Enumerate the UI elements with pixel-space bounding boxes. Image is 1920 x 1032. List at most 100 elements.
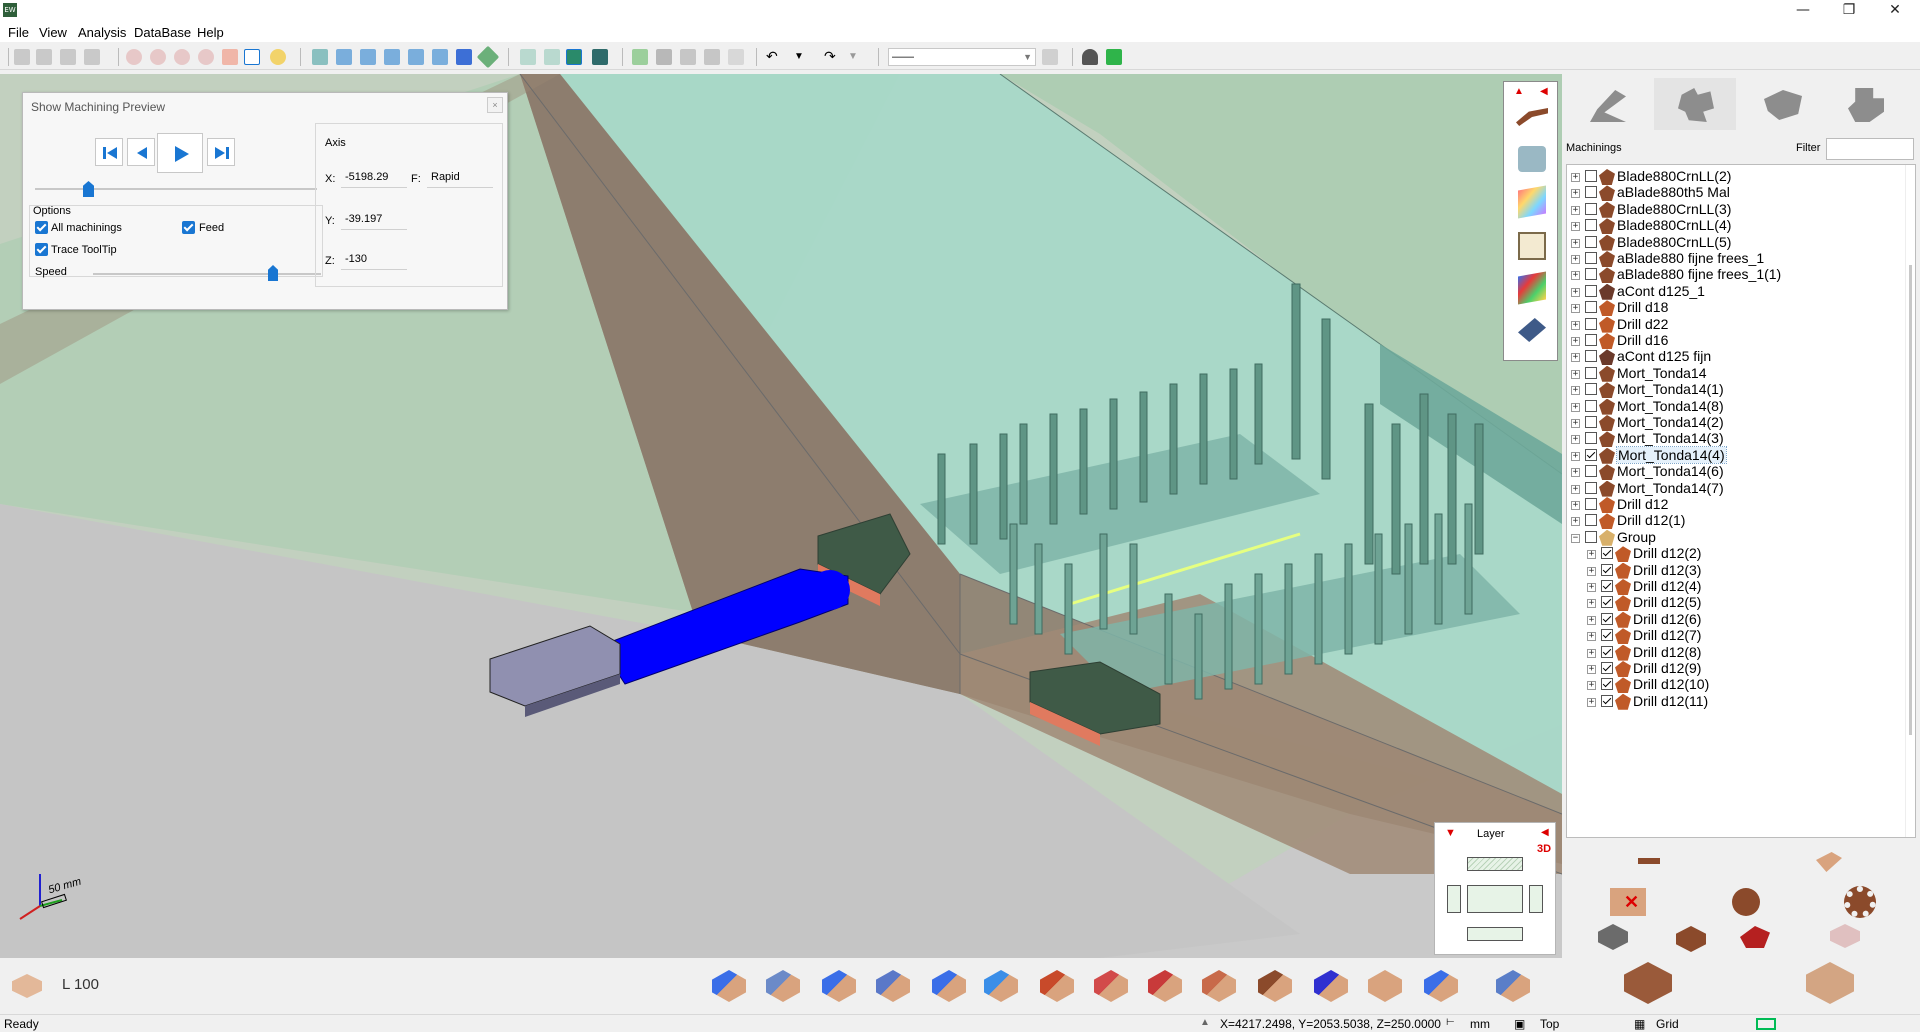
tree-item-checkbox[interactable] (1601, 645, 1613, 658)
report-icon[interactable] (728, 49, 744, 65)
zoom-all-icon[interactable] (198, 49, 214, 65)
tree-item-checkbox[interactable] (1585, 530, 1597, 543)
expand-icon[interactable]: + (1571, 222, 1580, 232)
filter-input[interactable] (1826, 138, 1914, 160)
view-front-icon[interactable] (312, 49, 328, 65)
layer-center[interactable] (1467, 885, 1523, 913)
feed-checkbox[interactable] (182, 221, 195, 234)
view-left-icon[interactable] (360, 49, 376, 65)
configure-part-icon[interactable] (1676, 926, 1706, 952)
menu-view[interactable]: View (39, 25, 67, 40)
machine-view-icon[interactable] (1518, 146, 1546, 172)
tree-item-checkbox[interactable] (1585, 317, 1597, 330)
panel-icon[interactable] (1368, 970, 1402, 1002)
tab-geometry[interactable] (1742, 78, 1824, 130)
tree-item-checkbox[interactable] (1585, 235, 1597, 248)
tree-item-checkbox[interactable] (1601, 694, 1613, 707)
first-step-button[interactable] (95, 138, 123, 166)
expand-icon[interactable]: + (1571, 287, 1580, 297)
expand-icon[interactable]: + (1587, 615, 1596, 625)
color-layers-icon[interactable] (1518, 185, 1546, 219)
expand-icon[interactable]: + (1587, 665, 1596, 674)
speed-slider-track[interactable] (93, 273, 321, 275)
move-part-icon[interactable] (1598, 924, 1628, 950)
tree-item-checkbox[interactable] (1585, 432, 1597, 445)
select-icon[interactable] (632, 49, 648, 65)
drill-blue-icon[interactable] (1424, 970, 1458, 1002)
layer-left[interactable] (1447, 885, 1461, 913)
expand-icon[interactable]: + (1571, 205, 1580, 215)
expand-icon[interactable]: + (1571, 353, 1580, 363)
expand-icon[interactable]: + (1571, 189, 1580, 199)
open-file-icon[interactable] (36, 49, 52, 65)
menu-help[interactable]: Help (197, 25, 224, 40)
view-back-icon[interactable] (336, 49, 352, 65)
saw-tool-icon[interactable] (1516, 108, 1548, 126)
tab-parts[interactable] (1654, 78, 1736, 130)
hidden-line-icon[interactable] (544, 49, 560, 65)
tree-item-checkbox[interactable] (1585, 366, 1597, 379)
view-mode-label[interactable]: 3D (1537, 843, 1551, 855)
layer-top[interactable] (1467, 857, 1523, 871)
expand-icon[interactable]: + (1571, 271, 1580, 281)
expand-icon[interactable]: + (1571, 451, 1580, 461)
menu-database[interactable]: DataBase (134, 25, 191, 40)
expand-icon[interactable]: + (1571, 369, 1580, 379)
zoom-window-icon[interactable] (126, 49, 142, 65)
save-icon[interactable] (60, 49, 76, 65)
layer-manager-icon[interactable] (1042, 49, 1058, 65)
expand-icon[interactable]: + (1571, 468, 1580, 478)
layer-right[interactable] (1529, 885, 1543, 913)
tree-item-checkbox[interactable] (1585, 448, 1597, 461)
progress-slider-track[interactable] (35, 188, 317, 190)
expand-icon[interactable]: + (1587, 648, 1596, 658)
grid-label[interactable]: Grid (1656, 1017, 1679, 1031)
tree-item-checkbox[interactable] (1601, 662, 1613, 674)
undo-icon[interactable]: ↶ (766, 49, 782, 65)
view-bottom-icon[interactable] (432, 49, 448, 65)
expand-icon[interactable]: + (1571, 419, 1580, 428)
tree-item-checkbox[interactable] (1601, 678, 1613, 691)
play-button[interactable] (157, 133, 203, 173)
wireframe-icon[interactable] (520, 49, 536, 65)
redo-icon[interactable]: ↷ (824, 49, 840, 65)
menu-file[interactable]: File (8, 25, 29, 40)
zoom-out-icon[interactable] (174, 49, 190, 65)
expand-icon[interactable]: + (1587, 583, 1596, 592)
tree-item-checkbox[interactable] (1585, 514, 1597, 527)
collapse-left-icon[interactable]: ◀ (1541, 827, 1549, 838)
plug-icon[interactable] (1518, 318, 1546, 342)
light-bulb-icon[interactable] (270, 49, 286, 65)
progress-slider-thumb[interactable] (83, 181, 94, 197)
menu-analysis[interactable]: Analysis (78, 25, 126, 40)
drill-angled-icon[interactable] (932, 970, 966, 1002)
tree-item-checkbox[interactable] (1585, 416, 1597, 428)
tree-item-checkbox[interactable] (1601, 629, 1613, 642)
tree-item-checkbox[interactable] (1585, 268, 1597, 281)
view-3d-icon[interactable] (476, 45, 500, 69)
tree-item-checkbox[interactable] (1585, 481, 1597, 494)
pocket-icon[interactable] (1094, 970, 1128, 1002)
zoom-in-icon[interactable] (150, 49, 166, 65)
expand-icon[interactable]: + (1571, 517, 1580, 527)
expand-icon[interactable]: + (1571, 304, 1580, 314)
view-top-icon[interactable] (408, 49, 424, 65)
trace-tooltip-checkbox[interactable] (35, 243, 48, 256)
maximize-button[interactable]: ❐ (1826, 0, 1872, 22)
expand-icon[interactable]: + (1571, 501, 1580, 510)
measure-icon[interactable] (244, 49, 260, 65)
machinings-tree[interactable]: + Blade880CrnLL(2) + aBlade880th5 Mal + Blade… (1566, 164, 1916, 838)
tree-item-checkbox[interactable] (1585, 186, 1597, 199)
tree-item-checkbox[interactable] (1585, 284, 1597, 297)
expand-icon[interactable]: + (1571, 337, 1580, 346)
expand-icon[interactable]: + (1571, 484, 1580, 494)
part-box-icon[interactable] (1624, 962, 1672, 1004)
tree-item-checkbox[interactable] (1585, 399, 1597, 412)
tree-item-checkbox[interactable] (1585, 170, 1597, 182)
material-icon[interactable] (1518, 271, 1546, 305)
expand-icon[interactable]: + (1571, 255, 1580, 264)
collapse-icon[interactable]: − (1571, 533, 1580, 543)
close-icon[interactable]: × (487, 97, 503, 113)
machine-icon[interactable] (656, 49, 672, 65)
z-value-field[interactable]: -130 (341, 250, 407, 270)
